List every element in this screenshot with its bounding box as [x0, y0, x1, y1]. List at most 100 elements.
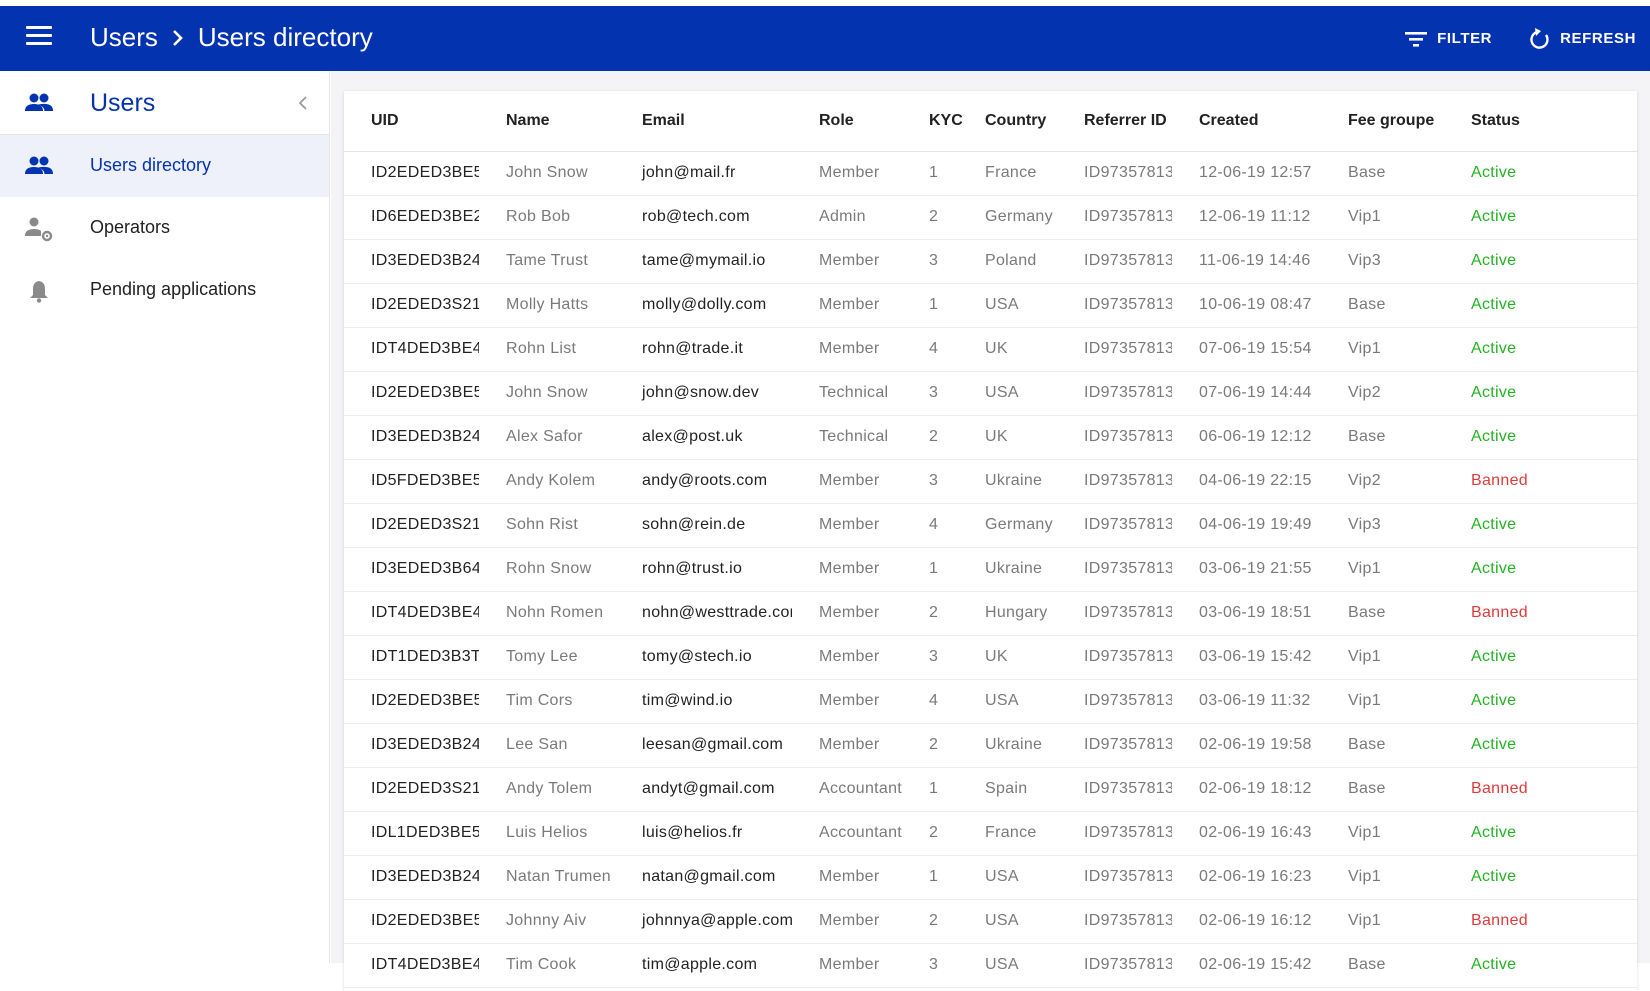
refresh-icon — [1530, 27, 1549, 49]
column-header-role[interactable]: Role — [792, 91, 902, 152]
referrer-id-cell: ID973578139 — [1057, 635, 1172, 680]
country-cell: USA — [958, 943, 1057, 988]
country-cell: Germany — [958, 195, 1057, 240]
table-header-row: UID Name Email Role KYC Country Referrer… — [344, 91, 1637, 152]
column-header-uid[interactable]: UID — [344, 91, 479, 152]
role-cell: Technical — [792, 371, 902, 416]
email-cell: johnnya@apple.com — [615, 899, 792, 944]
referrer-id-cell: ID973578139 — [1057, 283, 1172, 328]
status-cell: Active — [1444, 283, 1637, 328]
fee-groupe-cell: Base — [1321, 591, 1444, 636]
table-row[interactable]: ID2EDED3S21 Molly Hatts molly@dolly.com Mem… — [344, 283, 1637, 328]
name-cell: Lee San — [479, 723, 615, 768]
kyc-cell: 1 — [902, 283, 958, 328]
table-row[interactable]: ID6EDED3BE2 Rob Bob rob@tech.com Admin 2 Germ… — [344, 195, 1637, 240]
country-cell: USA — [958, 855, 1057, 900]
fee-groupe-cell: Base — [1321, 943, 1444, 988]
created-cell: 02-06-19 19:58 — [1172, 723, 1321, 768]
column-header-email[interactable]: Email — [615, 91, 792, 152]
table-row[interactable]: ID2EDED3BE5 Tim Cors tim@wind.io Member 4 USA… — [344, 679, 1637, 724]
kyc-cell: 3 — [902, 943, 958, 988]
column-header-fee-groupe[interactable]: Fee groupe — [1321, 91, 1444, 152]
main-content: UID Name Email Role KYC Country Referrer… — [331, 71, 1650, 991]
table-row[interactable]: ID2EDED3S21 Sohn Rist sohn@rein.de Member 4 G… — [344, 503, 1637, 548]
referrer-id-cell: ID973578139 — [1057, 327, 1172, 372]
filter-label: FILTER — [1437, 30, 1493, 47]
table-row[interactable]: ID2EDED3BE5 John Snow john@mail.fr Member 1 F… — [344, 151, 1637, 196]
column-header-kyc[interactable]: KYC — [902, 91, 963, 152]
chevron-left-icon[interactable] — [296, 93, 310, 118]
fee-groupe-cell: Vip3 — [1321, 503, 1444, 548]
created-cell: 11-06-19 14:46 — [1172, 239, 1321, 284]
created-cell: 02-06-19 15:42 — [1172, 943, 1321, 988]
created-cell: 02-06-19 16:12 — [1172, 899, 1321, 944]
sidebar-item-label: Pending applications — [90, 279, 257, 299]
status-cell: Active — [1444, 151, 1637, 196]
table-row[interactable]: ID2EDED3S21 Andy Tolem andyt@gmail.com Acco… — [344, 767, 1637, 812]
table-row[interactable]: ID5FDED3BE5 Andy Kolem andy@roots.com Membe… — [344, 459, 1637, 504]
role-cell: Member — [792, 239, 902, 284]
column-header-country[interactable]: Country — [958, 91, 1057, 152]
name-cell: Natan Trumen — [479, 855, 615, 900]
fee-groupe-cell: Base — [1321, 151, 1444, 196]
sidebar-item-users-directory[interactable]: Users directory — [0, 135, 329, 197]
created-cell: 02-06-19 18:12 — [1172, 767, 1321, 812]
email-cell: nohn@westtrade.com — [615, 591, 792, 636]
refresh-button[interactable]: REFRESH — [1528, 27, 1636, 51]
name-cell: Tame Trust — [479, 239, 615, 284]
kyc-cell: 2 — [902, 591, 958, 636]
country-cell: Germany — [958, 503, 1057, 548]
fee-groupe-cell: Vip1 — [1321, 679, 1444, 724]
role-cell: Accountant — [792, 767, 902, 812]
uid-cell: ID3EDED3B64 — [344, 547, 479, 592]
referrer-id-cell: ID973578139 — [1057, 371, 1172, 416]
hamburger-menu-icon[interactable] — [26, 26, 52, 50]
uid-cell: ID2EDED3BE5 — [344, 679, 479, 724]
table-row[interactable]: ID3EDED3B24 Lee San leesan@gmail.com Member… — [344, 723, 1637, 768]
table-row[interactable]: IDT1DED3B3T Tomy Lee tomy@stech.io Member 3 U… — [344, 635, 1637, 680]
referrer-id-cell: ID973578139 — [1057, 943, 1172, 988]
column-header-referrer-id[interactable]: Referrer ID — [1057, 91, 1172, 152]
referrer-id-cell: ID973578139 — [1057, 415, 1172, 460]
table-row[interactable]: IDT4DED3BE4 Nohn Romen nohn@westtrade.com M… — [344, 591, 1637, 636]
name-cell: Tomy Lee — [479, 635, 615, 680]
sidebar-item-pending-applications[interactable]: Pending applications — [0, 259, 329, 321]
status-cell: Active — [1444, 547, 1637, 592]
referrer-id-cell: ID973578139 — [1057, 767, 1172, 812]
email-cell: tame@mymail.io — [615, 239, 792, 284]
table-row[interactable]: IDT4DED3BE4 Rohn List rohn@trade.it Member 4… — [344, 327, 1637, 372]
table-row[interactable]: ID3EDED3B24 Alex Safor alex@post.uk Technic… — [344, 415, 1637, 460]
column-header-status[interactable]: Status — [1444, 91, 1637, 152]
email-cell: sohn@rein.de — [615, 503, 792, 548]
referrer-id-cell: ID973578139 — [1057, 239, 1172, 284]
uid-cell: ID3EDED3B24 — [344, 855, 479, 900]
country-cell: UK — [958, 415, 1057, 460]
table-row[interactable]: ID2EDED3BE5 John Snow john@snow.dev Technic… — [344, 371, 1637, 416]
table-row[interactable]: ID3EDED3B24 Tame Trust tame@mymail.io Membe… — [344, 239, 1637, 284]
status-cell: Active — [1444, 679, 1637, 724]
users-table: UID Name Email Role KYC Country Referrer… — [344, 91, 1637, 988]
referrer-id-cell: ID973578139 — [1057, 151, 1172, 196]
kyc-cell: 1 — [902, 547, 958, 592]
table-row[interactable]: IDL1DED3BE5 Luis Helios luis@helios.fr Acco… — [344, 811, 1637, 856]
table-row[interactable]: IDT4DED3BE4 Tim Cook tim@apple.com Member 3 U… — [344, 943, 1637, 988]
uid-cell: ID3EDED3B24 — [344, 239, 479, 284]
table-row[interactable]: ID3EDED3B64 Rohn Snow rohn@trust.io Member 1… — [344, 547, 1637, 592]
created-cell: 02-06-19 16:43 — [1172, 811, 1321, 856]
breadcrumb-root[interactable]: Users — [90, 22, 158, 53]
country-cell: France — [958, 151, 1057, 196]
status-cell: Active — [1444, 371, 1637, 416]
column-header-name[interactable]: Name — [479, 91, 615, 152]
email-cell: natan@gmail.com — [615, 855, 792, 900]
status-cell: Banned — [1444, 767, 1637, 812]
fee-groupe-cell: Vip3 — [1321, 239, 1444, 284]
email-cell: luis@helios.fr — [615, 811, 792, 856]
table-row[interactable]: ID3EDED3B24 Natan Trumen natan@gmail.com Me… — [344, 855, 1637, 900]
filter-button[interactable]: FILTER — [1403, 29, 1492, 49]
column-header-created[interactable]: Created — [1172, 91, 1321, 152]
table-row[interactable]: ID2EDED3BE5 Johnny Aiv johnnya@apple.com Me… — [344, 899, 1637, 944]
sidebar-item-operators[interactable]: Operators — [0, 197, 329, 259]
country-cell: Hungary — [958, 591, 1057, 636]
created-cell: 03-06-19 18:51 — [1172, 591, 1321, 636]
uid-cell: ID5FDED3BE5 — [344, 459, 479, 504]
